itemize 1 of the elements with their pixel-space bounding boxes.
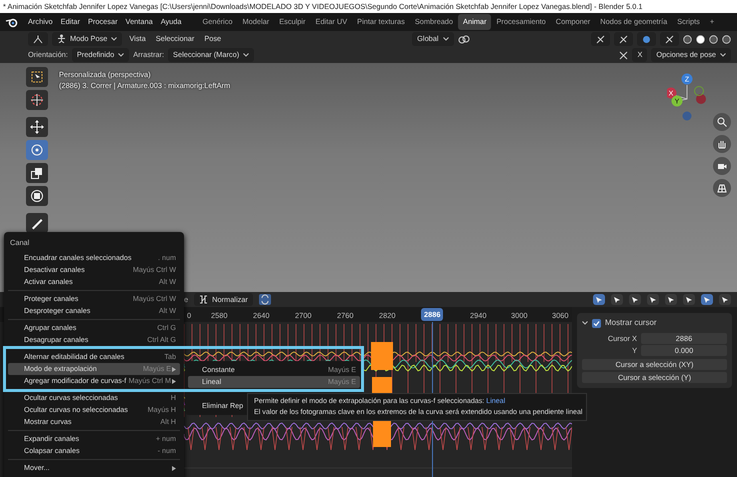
panel-title: Mostrar cursor [605, 317, 657, 329]
